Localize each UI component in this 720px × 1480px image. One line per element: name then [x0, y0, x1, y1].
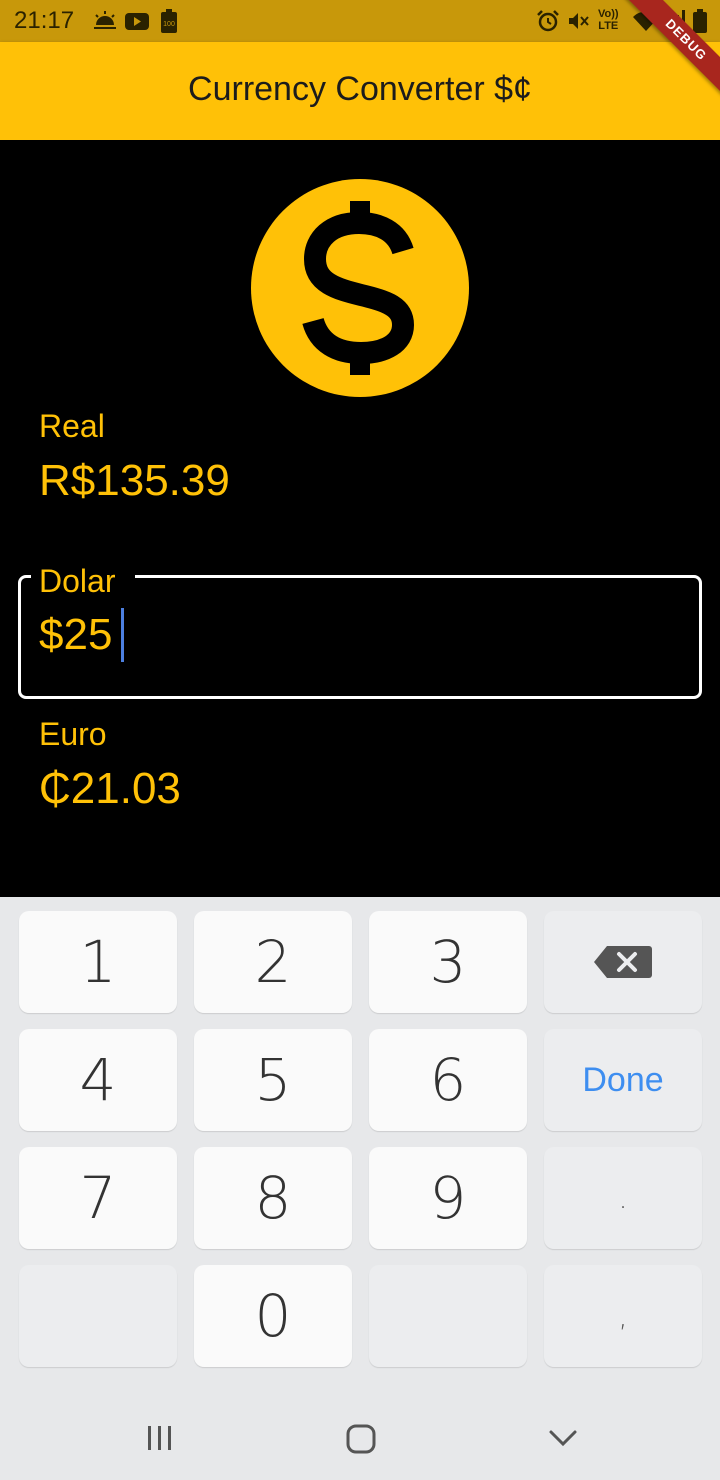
- blank-key-right: [369, 1265, 527, 1367]
- key-0[interactable]: 0: [194, 1265, 352, 1367]
- backspace-icon: [594, 946, 652, 978]
- hide-keyboard-icon[interactable]: [546, 1420, 580, 1456]
- comma-key[interactable]: ,: [544, 1265, 702, 1367]
- dolar-label: Dolar: [39, 563, 116, 599]
- blank-key-left: [19, 1265, 177, 1367]
- recents-icon[interactable]: [146, 1420, 174, 1456]
- home-icon[interactable]: [344, 1420, 378, 1456]
- key-7[interactable]: 7: [19, 1147, 177, 1249]
- done-key[interactable]: Done: [544, 1029, 702, 1131]
- text-cursor: [121, 608, 124, 662]
- volte-top-text: Vo)): [598, 8, 619, 20]
- app-bar: Currency Converter $¢: [0, 42, 720, 140]
- dollar-circle-icon: [251, 179, 469, 397]
- key-5[interactable]: 5: [194, 1029, 352, 1131]
- volte-bottom-text: LTE: [598, 20, 619, 32]
- real-label: Real: [39, 408, 105, 444]
- dollar-sign-glyph: [302, 201, 415, 375]
- status-time: 21:17: [14, 7, 75, 34]
- real-value: R$135.39: [39, 456, 230, 505]
- battery-saver-text: 100: [163, 21, 175, 28]
- volte-icon: Vo)) LTE: [598, 8, 619, 32]
- key-4[interactable]: 4: [19, 1029, 177, 1131]
- battery-saver-icon: 100: [161, 9, 177, 33]
- euro-label: Euro: [39, 716, 107, 752]
- key-8[interactable]: 8: [194, 1147, 352, 1249]
- status-bar: 21:17 100 Vo)) LTE: [0, 0, 720, 42]
- youtube-icon: [125, 13, 149, 30]
- backspace-key[interactable]: [544, 911, 702, 1013]
- mute-icon: [569, 13, 589, 29]
- page-title: Currency Converter $¢: [188, 70, 532, 108]
- key-6[interactable]: 6: [369, 1029, 527, 1131]
- key-1[interactable]: 1: [19, 911, 177, 1013]
- key-3[interactable]: 3: [369, 911, 527, 1013]
- key-9[interactable]: 9: [369, 1147, 527, 1249]
- euro-value: ₵21.03: [39, 764, 181, 813]
- dolar-value[interactable]: $25: [39, 610, 112, 660]
- weather-sunrise-icon: [94, 11, 116, 29]
- dot-key[interactable]: .: [544, 1147, 702, 1249]
- battery-icon: [693, 9, 707, 33]
- key-2[interactable]: 2: [194, 911, 352, 1013]
- alarm-icon: [537, 10, 559, 32]
- numeric-keyboard: 1 2 3 4 5 6 Done 7 8 9 . 0 ,: [0, 897, 720, 1480]
